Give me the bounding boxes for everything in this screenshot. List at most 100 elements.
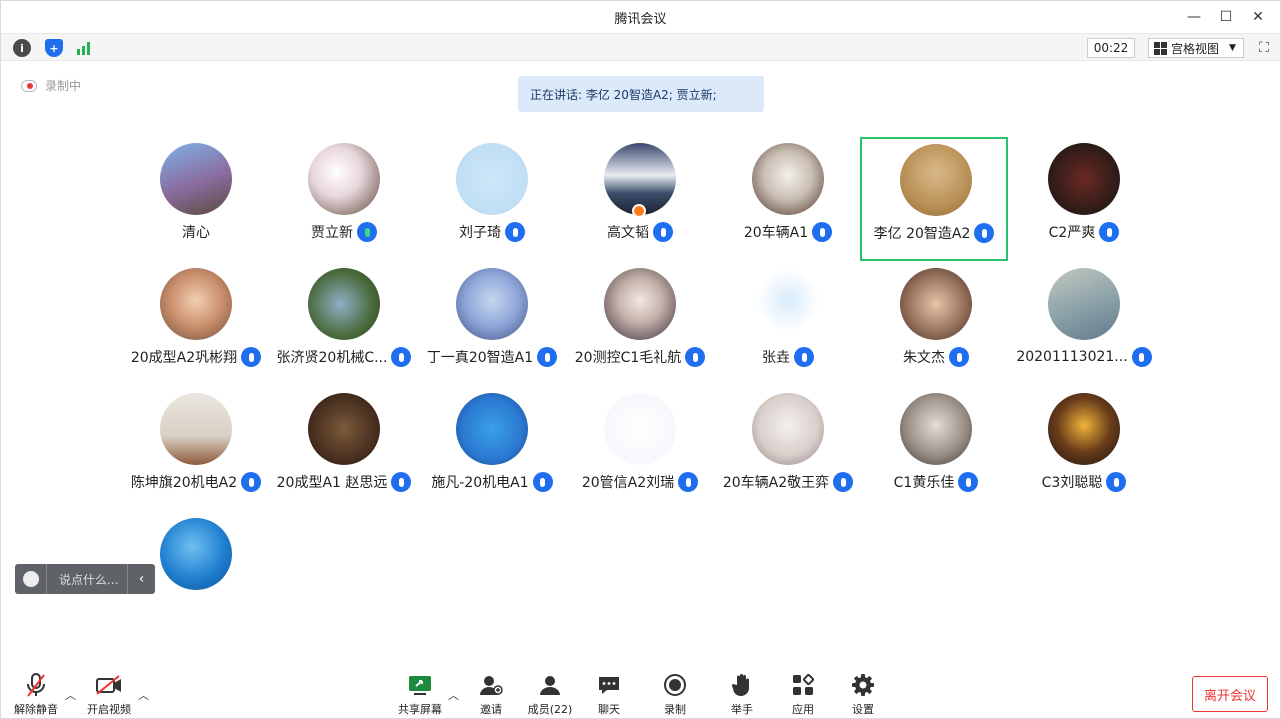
participant-name: 20管信A2刘瑞 <box>581 475 675 491</box>
participant-tile[interactable]: 清心 <box>122 138 270 262</box>
record-icon <box>663 671 687 699</box>
invite-label: 邀请 <box>480 703 502 716</box>
participant-tile[interactable]: 张垚 <box>714 263 862 387</box>
avatar <box>752 143 824 215</box>
participant-name: 20成型A2巩彬翔 <box>130 350 238 366</box>
invite-button[interactable]: 邀请 <box>461 671 521 717</box>
participant-tile[interactable]: 陈坤旗20机电A2 <box>122 388 270 512</box>
participant-tile[interactable]: 20201113021... <box>1010 263 1158 387</box>
microphone-icon <box>505 222 525 242</box>
record-button[interactable]: 录制 <box>645 671 705 717</box>
participant-tile[interactable]: 施凡-20机电A1 <box>418 388 566 512</box>
microphone-icon <box>958 472 979 492</box>
participant-name: 丁一真20智造A1 <box>426 350 534 366</box>
participant-name: C3刘聪聪 <box>1041 475 1103 491</box>
emoji-icon[interactable] <box>15 564 47 594</box>
settings-button[interactable]: 设置 <box>833 671 893 717</box>
participant-tile[interactable]: 20成型A1 赵思远 <box>270 388 418 512</box>
apps-grid-icon <box>791 671 815 699</box>
share-options-chevron-icon[interactable]: ︿ <box>448 687 459 703</box>
avatar <box>160 143 232 215</box>
participant-tile[interactable]: 高文韬 <box>566 138 714 262</box>
microphone-icon <box>949 347 969 367</box>
leave-meeting-button[interactable]: 离开会议 <box>1192 676 1268 712</box>
participant-tile[interactable]: 20测控C1毛礼航 <box>566 263 714 387</box>
participant-tile[interactable]: 贾立新 <box>270 138 418 262</box>
avatar <box>1048 143 1120 215</box>
avatar <box>160 393 232 465</box>
microphone-icon <box>812 222 833 242</box>
participant-name: 20车辆A2敬王弈 <box>722 475 830 491</box>
participant-name: 张济贤20机械C... <box>276 350 388 366</box>
avatar <box>308 143 380 215</box>
microphone-icon <box>1131 347 1152 367</box>
participant-tile[interactable]: C2严爽 <box>1010 138 1158 262</box>
video-options-chevron-icon[interactable]: ︿ <box>138 687 149 703</box>
participant-tile[interactable]: 张济贤20机械C... <box>270 263 418 387</box>
avatar <box>900 268 972 340</box>
speaking-banner: 正在讲话: 李亿 20智造A2; 贾立新; <box>518 76 764 112</box>
microphone-icon <box>357 222 377 242</box>
share-screen-button[interactable]: 共享屏幕 <box>390 671 450 717</box>
avatar <box>752 268 824 340</box>
participant-name: 刘子琦 <box>459 225 501 241</box>
participant-name: 贾立新 <box>311 225 353 241</box>
microphone-icon <box>1106 472 1127 492</box>
record-label: 录制 <box>664 703 686 716</box>
participant-tile[interactable]: 刘子琦 <box>418 138 566 262</box>
microphone-icon <box>653 222 673 242</box>
participant-tile[interactable]: 朱文杰 <box>862 263 1010 387</box>
avatar <box>900 393 972 465</box>
recording-indicator: 录制中 <box>21 77 81 94</box>
chat-placeholder[interactable]: 说点什么... <box>47 571 127 588</box>
camera-off-icon <box>95 671 123 699</box>
minimize-icon[interactable]: — <box>1178 1 1210 33</box>
title-bar: 腾讯会议 — ☐ ✕ <box>1 1 1280 33</box>
share-screen-icon <box>407 671 433 699</box>
avatar <box>456 393 528 465</box>
info-icon[interactable]: i <box>13 39 31 57</box>
raise-hand-label: 举手 <box>731 703 753 716</box>
unmute-button[interactable]: 解除静音 <box>6 671 66 717</box>
participant-name-row: C3刘聪聪 <box>990 472 1178 492</box>
chevron-left-icon[interactable]: ‹ <box>127 564 155 594</box>
raise-hand-button[interactable]: 举手 <box>712 671 772 717</box>
bottom-controls: 解除静音 ︿ 开启视频 ︿ 共享屏幕 ︿ 邀请 成员(22) 聊天 录制 举手 … <box>1 663 1280 719</box>
start-video-button[interactable]: 开启视频 <box>79 671 139 717</box>
participant-tile[interactable]: C3刘聪聪 <box>1010 388 1158 512</box>
security-shield-icon[interactable]: + <box>45 39 63 57</box>
network-signal-icon[interactable] <box>75 39 93 57</box>
avatar <box>604 268 676 340</box>
apps-label: 应用 <box>792 703 814 716</box>
participant-tile[interactable]: C1黄乐佳 <box>862 388 1010 512</box>
close-icon[interactable]: ✕ <box>1242 1 1274 33</box>
mic-muted-icon <box>25 671 47 699</box>
participant-name: 李亿 20智造A2 <box>873 226 971 242</box>
participant-name: 20车辆A1 <box>743 225 809 241</box>
apps-button[interactable]: 应用 <box>773 671 833 717</box>
audio-options-chevron-icon[interactable]: ︿ <box>65 687 76 703</box>
participant-tile[interactable]: 20管信A2刘瑞 <box>566 388 714 512</box>
cloud-record-icon <box>21 79 37 92</box>
participant-name: 20成型A1 赵思远 <box>276 475 388 491</box>
maximize-icon[interactable]: ☐ <box>1210 1 1242 33</box>
chat-bubble-icon <box>597 671 621 699</box>
participant-tile[interactable]: 李亿 20智造A2 <box>860 137 1008 261</box>
start-video-label: 开启视频 <box>87 703 131 716</box>
quick-chat-box[interactable]: 说点什么... ‹ <box>15 564 155 594</box>
participant-tile[interactable]: 20车辆A1 <box>714 138 862 262</box>
microphone-icon <box>794 347 814 367</box>
window-controls: — ☐ ✕ <box>1178 1 1274 33</box>
participant-tile[interactable]: 20车辆A2敬王弈 <box>714 388 862 512</box>
meeting-window: 腾讯会议 — ☐ ✕ i + 00:22 宫格视图 ▼ ⛶ 录制中 正在讲话: … <box>0 0 1281 719</box>
add-user-icon <box>479 671 503 699</box>
members-button[interactable]: 成员(22) <box>520 671 580 717</box>
participant-tile[interactable]: 丁一真20智造A1 <box>418 263 566 387</box>
participant-tile[interactable]: 20成型A2巩彬翔 <box>122 263 270 387</box>
view-mode-select[interactable]: 宫格视图 ▼ <box>1148 38 1244 58</box>
chat-button[interactable]: 聊天 <box>579 671 639 717</box>
members-icon <box>538 671 562 699</box>
participant-name: 朱文杰 <box>903 350 945 366</box>
participant-name: 陈坤旗20机电A2 <box>130 475 238 491</box>
fullscreen-icon[interactable]: ⛶ <box>1254 38 1274 58</box>
